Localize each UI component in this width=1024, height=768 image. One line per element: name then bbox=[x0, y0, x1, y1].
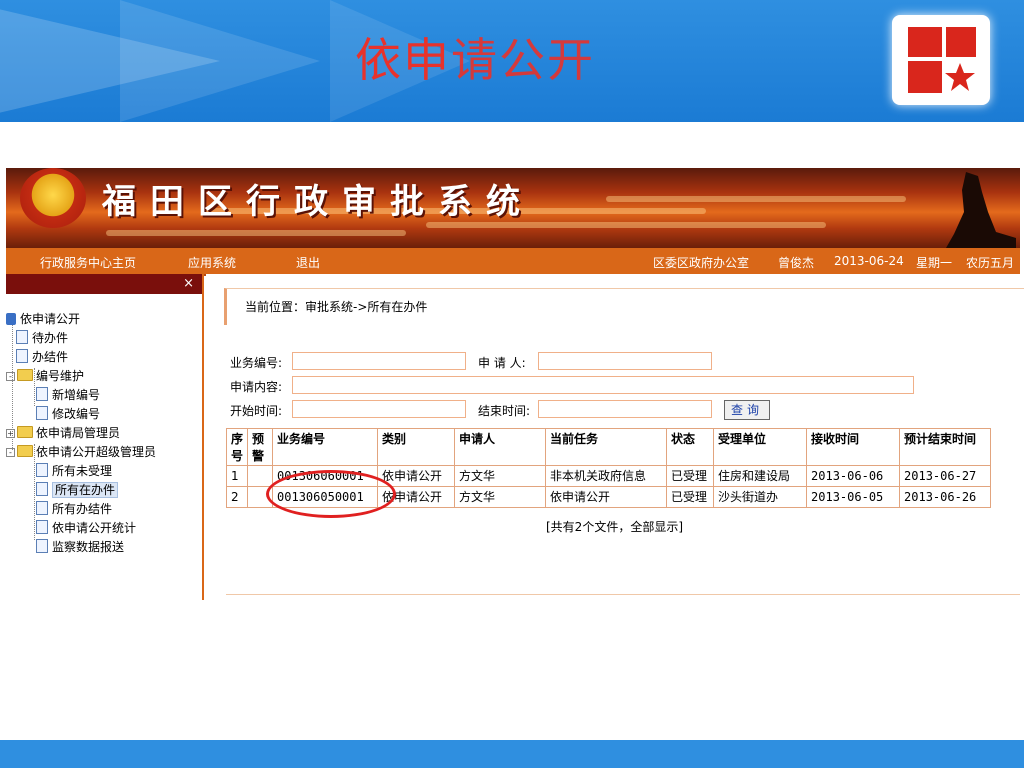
slide-footer bbox=[0, 740, 1024, 768]
file-icon bbox=[16, 330, 28, 344]
nav-date: 2013-06-24 bbox=[834, 254, 904, 268]
highlight-circle bbox=[266, 470, 396, 518]
app-window: 福田区行政审批系统 行政服务中心主页 应用系统 退出 区委区政府办公室 曾俊杰 … bbox=[6, 168, 1024, 600]
sidebar-header: × bbox=[6, 274, 202, 294]
app-banner: 福田区行政审批系统 bbox=[6, 168, 1020, 248]
col-biz-no: 业务编号 bbox=[272, 428, 379, 466]
divider bbox=[226, 594, 1020, 595]
col-seq: 序号 bbox=[225, 428, 249, 466]
sidebar-item-new-number[interactable]: 新增编号 bbox=[36, 386, 100, 404]
file-icon bbox=[36, 387, 48, 401]
close-icon[interactable]: × bbox=[183, 276, 194, 291]
applicant-label: 申 请 人: bbox=[478, 356, 526, 370]
sidebar: × 依申请公开 待办件 办结件 - 编号维护 新增编号 修改编号 + 依申请局管理员… bbox=[6, 274, 204, 600]
slide-title-part1: 依申 bbox=[355, 33, 451, 87]
table-header-row: 序号 预警 业务编号 类别 申请人 当前任务 状态 受理单位 接收时间 预计结束… bbox=[225, 428, 992, 466]
nav-apps-link[interactable]: 应用系统 bbox=[188, 254, 236, 271]
sidebar-item-supervision[interactable]: 监察数据报送 bbox=[36, 538, 124, 556]
nav-logout-link[interactable]: 退出 bbox=[296, 254, 320, 271]
slide-title: 依申请公开 bbox=[355, 24, 595, 90]
sidebar-folder-numbering[interactable]: - 编号维护 bbox=[6, 367, 84, 385]
file-icon bbox=[36, 482, 48, 496]
biz-no-label: 业务编号: bbox=[230, 356, 283, 370]
col-status: 状态 bbox=[666, 428, 715, 466]
folder-icon bbox=[17, 445, 33, 457]
nav-org: 区委区政府办公室 bbox=[653, 256, 750, 270]
query-button[interactable]: 查询 bbox=[724, 400, 770, 420]
tree-root[interactable]: 依申请公开 bbox=[6, 310, 80, 328]
emblem-icon bbox=[20, 168, 86, 228]
sidebar-item-done[interactable]: 办结件 bbox=[16, 348, 68, 366]
record-count: [共有2个文件，全部显示] bbox=[546, 520, 683, 534]
applicant-input[interactable] bbox=[538, 352, 712, 370]
main-panel: 当前位置：审批系统->所有在办件 业务编号: 申 请 人: 申请内容: 开始时间… bbox=[206, 274, 1024, 600]
start-time-input[interactable] bbox=[292, 400, 466, 418]
col-expected-end: 预计结束时间 bbox=[899, 428, 992, 466]
nav-user: 曾俊杰 bbox=[778, 256, 815, 270]
biz-no-input[interactable] bbox=[292, 352, 466, 370]
file-icon bbox=[36, 406, 48, 420]
nav-weekday: 星期一 bbox=[916, 256, 953, 270]
nav-lunar: 农历五月 bbox=[966, 256, 1015, 270]
col-unit: 受理单位 bbox=[713, 428, 808, 466]
statue-icon bbox=[946, 172, 1016, 248]
col-category: 类别 bbox=[377, 428, 456, 466]
end-time-input[interactable] bbox=[538, 400, 712, 418]
system-title: 福田区行政审批系统 bbox=[102, 182, 534, 222]
file-icon bbox=[36, 501, 48, 515]
col-applicant: 申请人 bbox=[454, 428, 547, 466]
slide-title-part2: 请公开 bbox=[451, 33, 595, 87]
col-warning: 预警 bbox=[247, 428, 274, 466]
col-received: 接收时间 bbox=[806, 428, 901, 466]
top-nav: 行政服务中心主页 应用系统 退出 区委区政府办公室 曾俊杰 2013-06-24… bbox=[6, 248, 1020, 276]
sidebar-item-in-progress[interactable]: 所有在办件 bbox=[36, 481, 119, 499]
content-input[interactable] bbox=[292, 376, 914, 394]
sidebar-item-pending[interactable]: 待办件 bbox=[16, 329, 68, 347]
file-icon bbox=[36, 463, 48, 477]
folder-icon bbox=[17, 369, 33, 381]
logo-star-icon bbox=[892, 15, 990, 105]
nav-home-link[interactable]: 行政服务中心主页 bbox=[40, 254, 136, 271]
file-icon bbox=[16, 349, 28, 363]
file-icon bbox=[36, 520, 48, 534]
start-time-label: 开始时间: bbox=[230, 404, 283, 418]
sidebar-folder-manager[interactable]: + 依申请局管理员 bbox=[6, 424, 120, 442]
breadcrumb: 当前位置：审批系统->所有在办件 bbox=[224, 288, 1024, 325]
sidebar-item-edit-number[interactable]: 修改编号 bbox=[36, 405, 100, 423]
file-icon bbox=[36, 539, 48, 553]
sidebar-folder-super[interactable]: - 依申请公开超级管理员 bbox=[6, 443, 156, 461]
root-icon bbox=[6, 313, 16, 325]
slide-header: 依申请公开 bbox=[0, 0, 1024, 122]
end-time-label: 结束时间: bbox=[478, 404, 531, 418]
sidebar-item-unaccepted[interactable]: 所有未受理 bbox=[36, 462, 112, 480]
chevron-decoration bbox=[120, 0, 320, 122]
folder-icon bbox=[17, 426, 33, 438]
sidebar-item-all-done[interactable]: 所有办结件 bbox=[36, 500, 112, 518]
col-task: 当前任务 bbox=[545, 428, 668, 466]
sidebar-item-statistics[interactable]: 依申请公开统计 bbox=[36, 519, 136, 537]
content-label: 申请内容: bbox=[230, 380, 283, 394]
